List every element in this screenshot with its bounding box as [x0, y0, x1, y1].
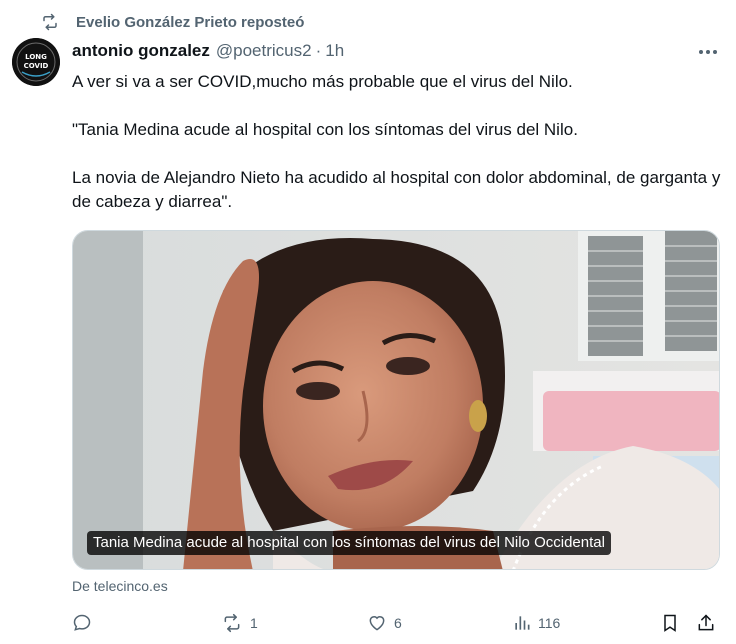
timestamp[interactable]: 1h	[325, 41, 344, 61]
heart-icon	[369, 616, 385, 631]
tweet-header: antonio gonzalez @poetricus2 · 1h	[72, 40, 344, 62]
repost-icon	[224, 613, 240, 633]
share-icon	[698, 614, 714, 631]
card-source[interactable]: De telecinco.es	[72, 578, 168, 594]
link-card[interactable]: Tania Medina acude al hospital con los s…	[72, 230, 720, 570]
views-icon	[515, 616, 530, 630]
author-name[interactable]: antonio gonzalez	[72, 41, 210, 61]
card-caption: Tania Medina acude al hospital con los s…	[87, 531, 611, 555]
repost-icon	[40, 12, 62, 32]
more-icon	[699, 50, 717, 54]
tweet-line: "Tania Medina acude al hospital con los …	[72, 120, 578, 139]
avatar-text-top: LONG	[25, 53, 47, 61]
avatar-text-bottom: COVID	[24, 62, 49, 70]
views-button[interactable]: 116	[512, 608, 560, 638]
views-count: 116	[538, 615, 561, 631]
bookmark-button[interactable]	[660, 608, 680, 638]
repost-button[interactable]: 1	[220, 608, 258, 638]
reply-button[interactable]	[72, 608, 98, 638]
separator-dot: ·	[315, 41, 322, 60]
share-button[interactable]	[696, 608, 716, 638]
repost-indicator[interactable]: Evelio González Prieto reposteó	[40, 10, 304, 34]
avatar[interactable]: LONG COVID	[12, 38, 60, 86]
author-handle[interactable]: @poetricus2	[216, 41, 312, 61]
bookmark-icon	[664, 614, 676, 632]
repost-text: Evelio González Prieto reposteó	[76, 13, 305, 31]
like-count: 6	[394, 615, 402, 631]
like-button[interactable]: 6	[366, 608, 402, 638]
tweet-line: La novia de Alejandro Nieto ha acudido a…	[72, 168, 721, 211]
repost-count: 1	[250, 615, 258, 631]
reply-icon	[73, 614, 91, 631]
more-options-button[interactable]	[696, 40, 720, 64]
tweet-line: A ver si va a ser COVID,mucho más probab…	[72, 72, 573, 91]
tweet-text: A ver si va a ser COVID,mucho más probab…	[72, 70, 722, 214]
card-photo	[73, 231, 719, 569]
action-bar: 1 6 116	[72, 608, 722, 638]
